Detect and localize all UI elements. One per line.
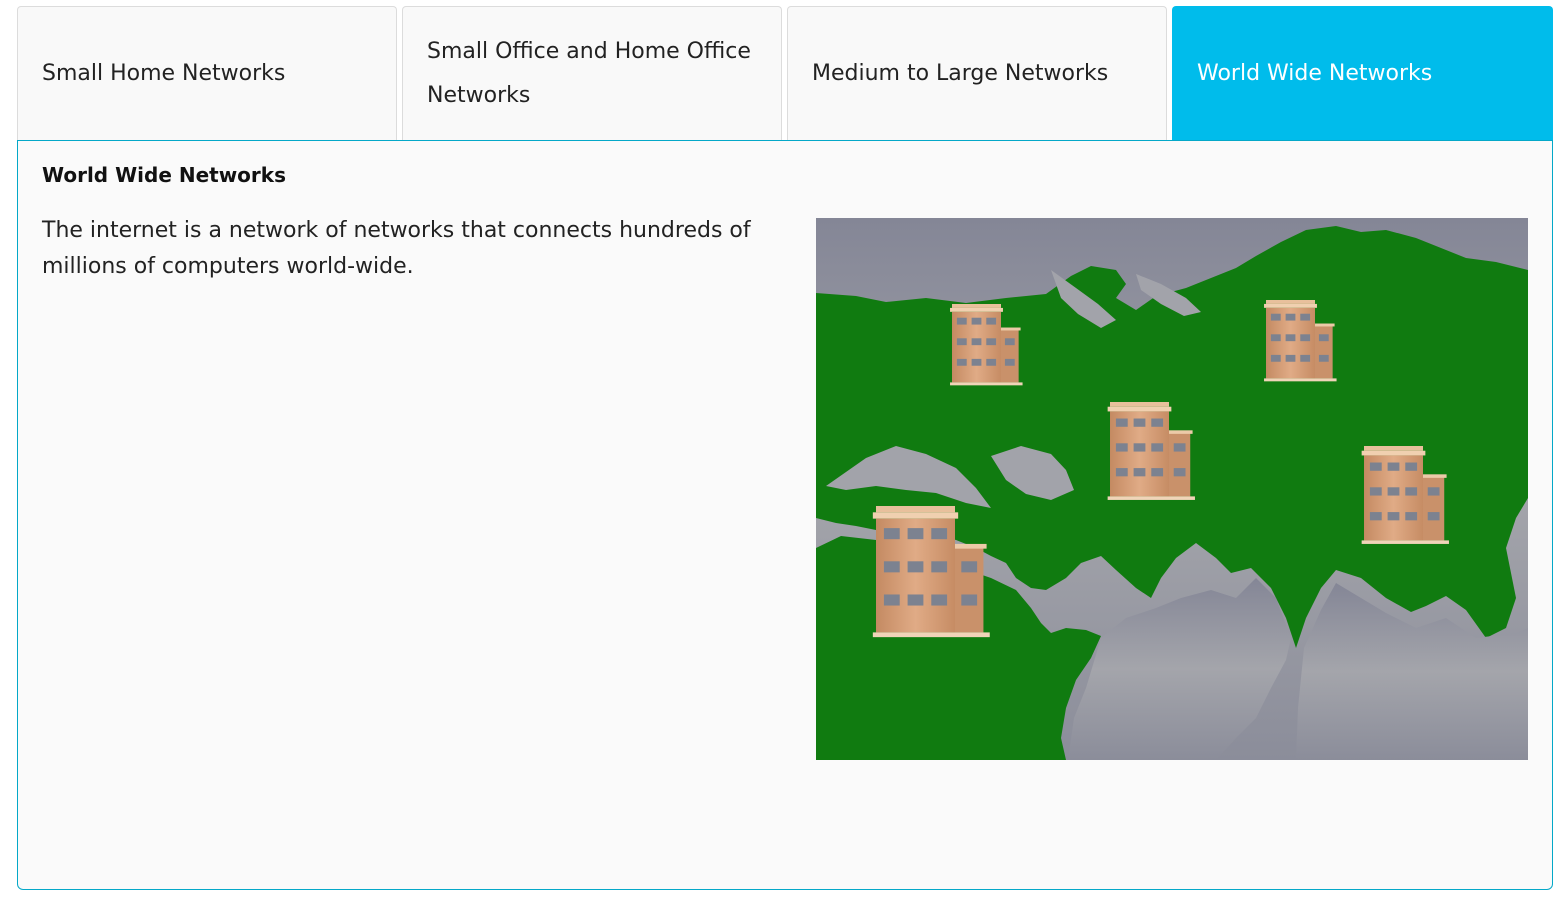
panel-title: World Wide Networks bbox=[42, 163, 286, 187]
panel-description: The internet is a network of networks th… bbox=[42, 218, 751, 279]
tab-bar: Small Home Networks Small Office and Hom… bbox=[17, 6, 1553, 141]
world-map-image bbox=[816, 218, 1528, 760]
tab-label: Small Office and Home Office Networks bbox=[427, 39, 751, 108]
tab-medium-to-large-networks[interactable]: Medium to Large Networks bbox=[787, 6, 1167, 141]
tab-label: Small Home Networks bbox=[42, 61, 286, 86]
world-map-svg bbox=[816, 218, 1528, 760]
tab-world-wide-networks[interactable]: World Wide Networks bbox=[1172, 6, 1553, 141]
tab-label: Medium to Large Networks bbox=[812, 61, 1109, 86]
tab-small-office-home-office-networks[interactable]: Small Office and Home Office Networks bbox=[402, 6, 782, 141]
tab-label: World Wide Networks bbox=[1197, 61, 1433, 86]
tab-panel: World Wide Networks The internet is a ne… bbox=[17, 140, 1553, 890]
tab-small-home-networks[interactable]: Small Home Networks bbox=[17, 6, 397, 141]
